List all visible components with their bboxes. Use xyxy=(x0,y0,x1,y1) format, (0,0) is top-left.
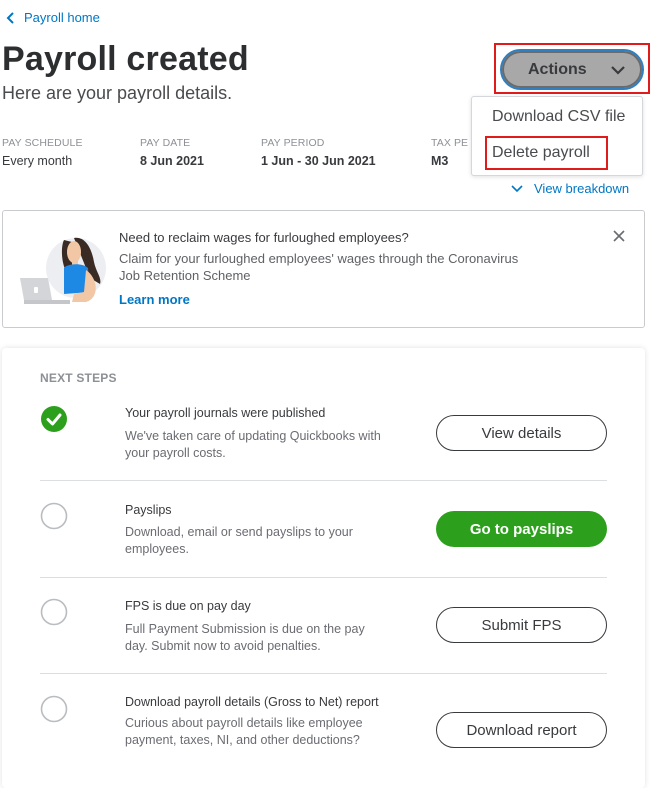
view-breakdown-link[interactable]: View breakdown xyxy=(511,181,629,196)
empty-circle-icon xyxy=(40,598,68,626)
download-report-button[interactable]: Download report xyxy=(436,712,607,748)
step-description: Curious about payroll details like emplo… xyxy=(125,716,363,747)
submit-fps-button[interactable]: Submit FPS xyxy=(436,607,607,643)
pay-date-value: 8 Jun 2021 xyxy=(140,154,204,168)
pay-period-label: PAY PERIOD xyxy=(261,137,325,149)
divider xyxy=(40,673,607,674)
pay-schedule-value: Every month xyxy=(2,154,73,168)
back-link-label: Payroll home xyxy=(24,10,100,25)
step-title: Your payroll journals were published xyxy=(125,406,326,420)
tax-period-value: M3 xyxy=(431,154,449,168)
woman-at-laptop-illustration xyxy=(20,237,106,304)
back-to-payroll-home-link[interactable]: Payroll home xyxy=(6,10,100,25)
actions-label: Actions xyxy=(528,60,587,78)
step-description: Download, email or send payslips to your… xyxy=(125,525,353,556)
close-icon[interactable] xyxy=(611,228,627,244)
actions-dropdown-button[interactable]: Actions xyxy=(500,49,644,90)
go-to-payslips-button[interactable]: Go to payslips xyxy=(436,511,607,547)
delete-payroll-highlight-box xyxy=(485,136,608,170)
tax-period-label: TAX PE xyxy=(431,137,469,149)
pay-date-label: PAY DATE xyxy=(140,137,191,149)
chevron-down-icon xyxy=(511,184,523,192)
divider xyxy=(40,480,607,481)
banner-title: Need to reclaim wages for furloughed emp… xyxy=(119,230,409,245)
next-steps-heading: NEXT STEPS xyxy=(40,371,117,385)
step-description: Full Payment Submission is due on the pa… xyxy=(125,622,365,653)
step-description: We've taken care of updating Quickbooks … xyxy=(125,429,381,460)
page-title: Payroll created xyxy=(2,40,249,78)
step-title: FPS is due on pay day xyxy=(125,599,251,613)
step-title: Payslips xyxy=(125,503,172,517)
empty-circle-icon xyxy=(40,695,68,723)
view-details-button[interactable]: View details xyxy=(436,415,607,451)
step-title: Download payroll details (Gross to Net) … xyxy=(125,695,379,709)
check-circle-icon xyxy=(41,406,67,432)
learn-more-link[interactable]: Learn more xyxy=(119,292,190,307)
page-subtitle: Here are your payroll details. xyxy=(2,83,233,103)
empty-circle-icon xyxy=(40,502,68,530)
chevron-left-icon xyxy=(6,11,14,24)
menu-item-download-csv[interactable]: Download CSV file xyxy=(492,108,625,126)
banner-text: Claim for your furloughed employees' wag… xyxy=(119,251,519,283)
view-breakdown-label: View breakdown xyxy=(534,181,630,196)
pay-period-value: 1 Jun - 30 Jun 2021 xyxy=(261,154,376,168)
pay-schedule-label: PAY SCHEDULE xyxy=(2,137,83,149)
divider xyxy=(40,577,607,578)
chevron-down-icon xyxy=(611,65,625,75)
